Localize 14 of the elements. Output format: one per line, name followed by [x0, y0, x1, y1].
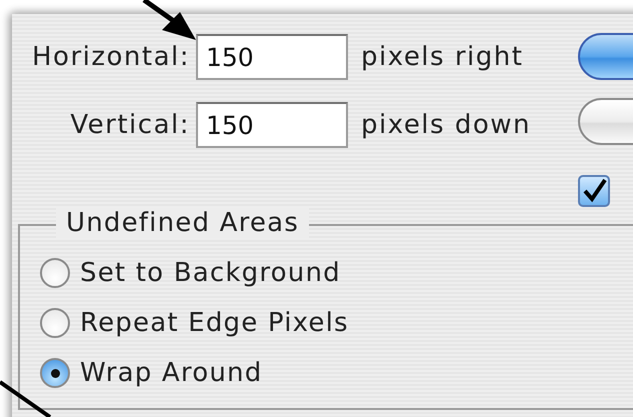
- checkbox[interactable]: [578, 175, 610, 207]
- option-label: Repeat Edge Pixels: [80, 308, 349, 338]
- radio-button[interactable]: [40, 308, 70, 338]
- option-label: Wrap Around: [80, 358, 262, 388]
- radio-button[interactable]: [40, 258, 70, 288]
- option-label: Set to Background: [80, 258, 341, 288]
- field-label: Horizontal:: [30, 42, 191, 72]
- field-label: Vertical:: [69, 110, 191, 140]
- unit-label: pixels right: [361, 42, 524, 72]
- radio-button[interactable]: [40, 358, 70, 388]
- input-field[interactable]: 150: [196, 102, 348, 148]
- unit-label: pixels down: [361, 110, 531, 140]
- group-title: Undefined Areas: [56, 208, 310, 238]
- input-field[interactable]: 150: [196, 34, 348, 80]
